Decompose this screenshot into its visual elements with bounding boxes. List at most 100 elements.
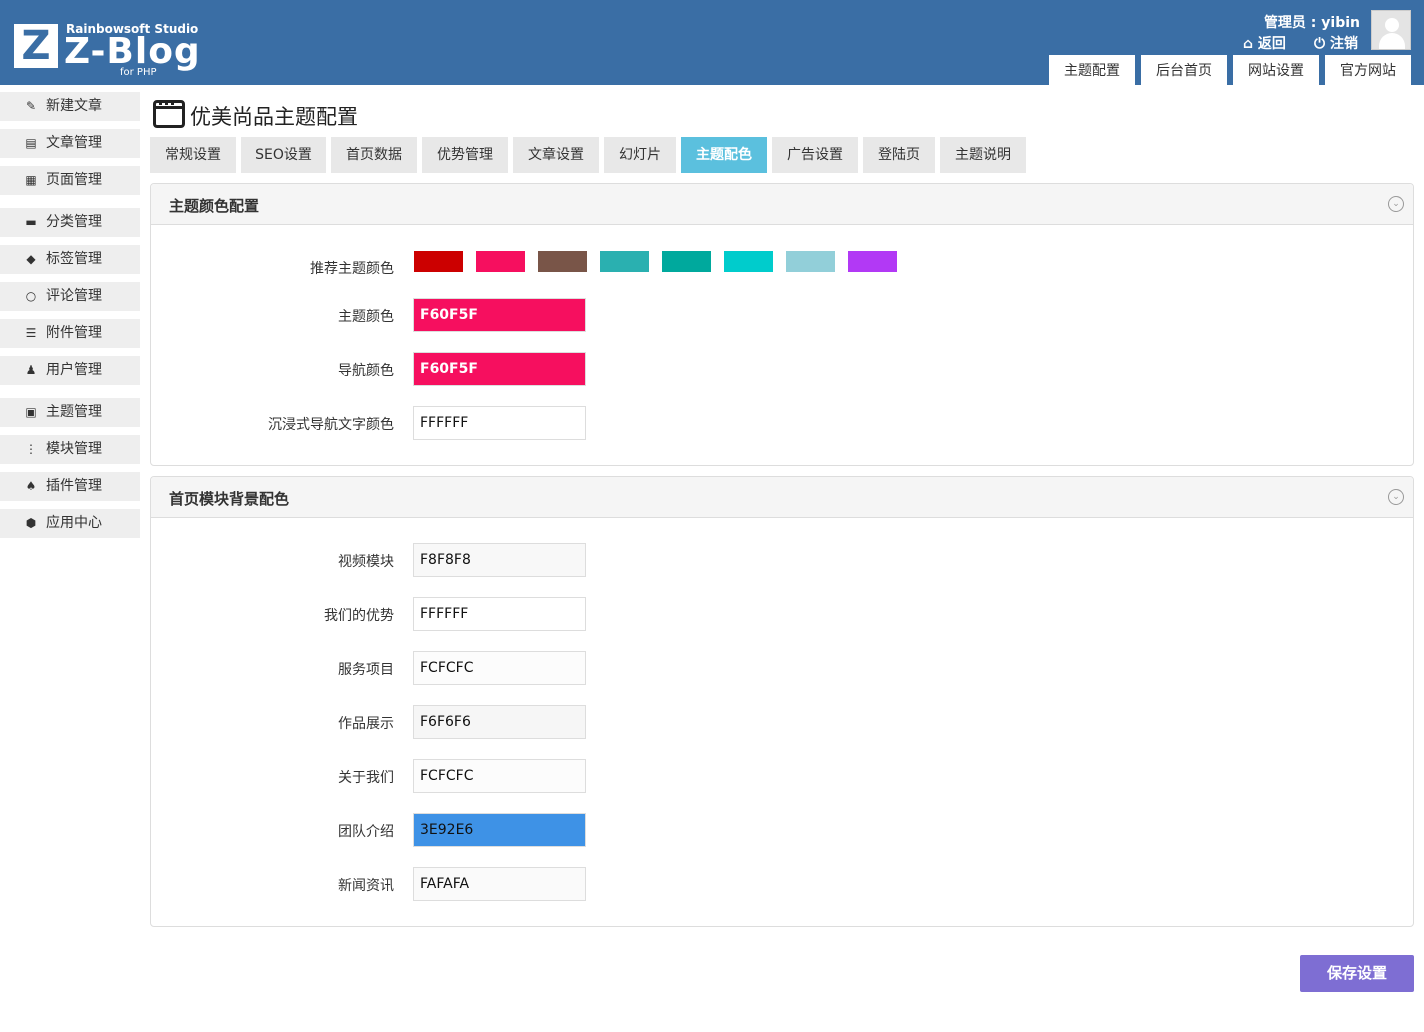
avatar[interactable] [1371, 10, 1411, 50]
attachment-icon: ☰ [25, 326, 37, 340]
window-icon [153, 100, 185, 128]
sidebar-item-label: 插件管理 [46, 478, 102, 494]
tab-theme-help[interactable]: 主题说明 [940, 137, 1026, 173]
top-header: Z Rainbowsoft Studio Z-Blog for PHP 管理员 … [0, 0, 1424, 85]
sidebar-item-app-center[interactable]: ⬢ 应用中心 [0, 509, 140, 538]
module-bg-panel: 首页模块背景配色 ⌄ [150, 476, 1414, 927]
logo-main-text: Z-Blog [64, 31, 201, 72]
team-label: 团队介绍 [338, 824, 394, 840]
about-us-input[interactable]: FCFCFC [413, 759, 586, 793]
chevron-down-icon[interactable]: ⌄ [1388, 196, 1404, 212]
tab-ads[interactable]: 广告设置 [772, 137, 858, 173]
swatch-4[interactable] [600, 251, 649, 272]
sidebar-item-label: 应用中心 [46, 515, 102, 531]
sidebar-item-label: 评论管理 [46, 288, 102, 304]
sidebar-item-attachments[interactable]: ☰ 附件管理 [0, 319, 140, 348]
folder-icon: ▬ [25, 215, 37, 229]
advantages-label: 我们的优势 [324, 608, 394, 624]
swatch-5[interactable] [662, 251, 711, 272]
video-module-label: 视频模块 [338, 554, 394, 570]
video-module-input[interactable]: F8F8F8 [413, 543, 586, 577]
module-icon: ⋮ [25, 442, 37, 456]
swatch-2[interactable] [476, 251, 525, 272]
sidebar-item-label: 新建文章 [46, 98, 102, 114]
nav-color-label: 导航颜色 [338, 363, 394, 379]
theme-color-label: 主题颜色 [338, 309, 394, 325]
sidebar-item-plugins[interactable]: ♠ 插件管理 [0, 472, 140, 501]
sidebar-item-new-article[interactable]: ✎ 新建文章 [0, 92, 140, 121]
user-icon: ♟ [25, 363, 37, 377]
page-title: 优美尚品主题配置 [190, 105, 358, 129]
top-tab-official-site[interactable]: 官方网站 [1325, 55, 1411, 85]
sidebar-item-pages[interactable]: ▦ 页面管理 [0, 166, 140, 195]
swatch-7[interactable] [786, 251, 835, 272]
immersive-nav-text-color-input[interactable]: FFFFFF [413, 406, 586, 440]
power-icon: ⏻ [1314, 36, 1326, 52]
nav-color-input[interactable]: F60F5F [413, 352, 586, 386]
about-us-label: 关于我们 [338, 770, 394, 786]
logout-link-label: 注销 [1329, 36, 1358, 52]
top-tab-theme-config[interactable]: 主题配置 [1049, 55, 1135, 85]
sidebar-item-label: 用户管理 [46, 362, 102, 378]
sidebar-item-label: 文章管理 [46, 135, 102, 151]
logo-sub-text: for PHP [120, 67, 157, 78]
theme-icon: ▣ [25, 405, 37, 419]
sidebar-item-tags[interactable]: ◆ 标签管理 [0, 245, 140, 274]
plugin-icon: ♠ [25, 479, 37, 493]
tab-seo[interactable]: SEO设置 [241, 137, 326, 173]
sidebar-item-modules[interactable]: ⋮ 模块管理 [0, 435, 140, 464]
tab-general[interactable]: 常规设置 [150, 137, 236, 173]
app-center-icon: ⬢ [25, 516, 37, 530]
panel-header[interactable]: 主题颜色配置 ⌄ [151, 184, 1413, 225]
save-settings-button[interactable]: 保存设置 [1300, 955, 1414, 992]
services-label: 服务项目 [338, 662, 394, 678]
edit-icon: ✎ [25, 99, 37, 113]
top-tab-site-settings[interactable]: 网站设置 [1233, 55, 1319, 85]
portfolio-input[interactable]: F6F6F6 [413, 705, 586, 739]
tab-advantages[interactable]: 优势管理 [422, 137, 508, 173]
back-link-label: 返回 [1257, 36, 1286, 52]
tab-theme-colors[interactable]: 主题配色 [681, 137, 767, 173]
sidebar-item-label: 模块管理 [46, 441, 102, 457]
back-link[interactable]: ⌂ 返回 [1243, 33, 1286, 53]
panel-title: 首页模块背景配色 [169, 490, 290, 508]
sidebar-item-categories[interactable]: ▬ 分类管理 [0, 208, 140, 237]
tab-home-data[interactable]: 首页数据 [331, 137, 417, 173]
comment-icon: ○ [25, 289, 37, 303]
sidebar-item-label: 页面管理 [46, 172, 102, 188]
zblog-logo[interactable]: Z Rainbowsoft Studio Z-Blog for PHP [14, 22, 200, 80]
sidebar-item-label: 标签管理 [46, 251, 102, 267]
portfolio-label: 作品展示 [338, 716, 394, 732]
recommend-colors-label: 推荐主题颜色 [310, 261, 394, 277]
tab-slides[interactable]: 幻灯片 [604, 137, 676, 173]
news-label: 新闻资讯 [338, 878, 394, 894]
sidebar-item-label: 附件管理 [46, 325, 102, 341]
home-icon: ⌂ [1243, 36, 1254, 52]
sidebar-item-users[interactable]: ♟ 用户管理 [0, 356, 140, 385]
sidebar-item-label: 分类管理 [46, 214, 102, 230]
swatch-1[interactable] [414, 251, 463, 272]
tab-login-page[interactable]: 登陆页 [863, 137, 935, 173]
panel-header[interactable]: 首页模块背景配色 ⌄ [151, 477, 1413, 518]
services-input[interactable]: FCFCFC [413, 651, 586, 685]
advantages-input[interactable]: FFFFFF [413, 597, 586, 631]
sidebar-item-articles[interactable]: ▤ 文章管理 [0, 129, 140, 158]
admin-username: 管理员 : yibin [1263, 15, 1360, 31]
news-input[interactable]: FAFAFA [413, 867, 586, 901]
swatch-3[interactable] [538, 251, 587, 272]
tag-icon: ◆ [26, 252, 36, 266]
logout-link[interactable]: ⏻ 注销 [1314, 33, 1358, 53]
theme-color-input[interactable]: F60F5F [413, 298, 586, 332]
chevron-down-icon[interactable]: ⌄ [1388, 489, 1404, 505]
swatch-8[interactable] [848, 251, 897, 272]
sidebar-item-comments[interactable]: ○ 评论管理 [0, 282, 140, 311]
sidebar-item-label: 主题管理 [46, 404, 102, 420]
panel-title: 主题颜色配置 [169, 197, 260, 215]
tab-article-settings[interactable]: 文章设置 [513, 137, 599, 173]
sidebar-item-themes[interactable]: ▣ 主题管理 [0, 398, 140, 427]
swatch-6[interactable] [724, 251, 773, 272]
logo-mark: Z [14, 24, 58, 68]
page-icon: ▦ [25, 173, 37, 187]
team-input[interactable]: 3E92E6 [413, 813, 586, 847]
top-tab-admin-home[interactable]: 后台首页 [1141, 55, 1227, 85]
